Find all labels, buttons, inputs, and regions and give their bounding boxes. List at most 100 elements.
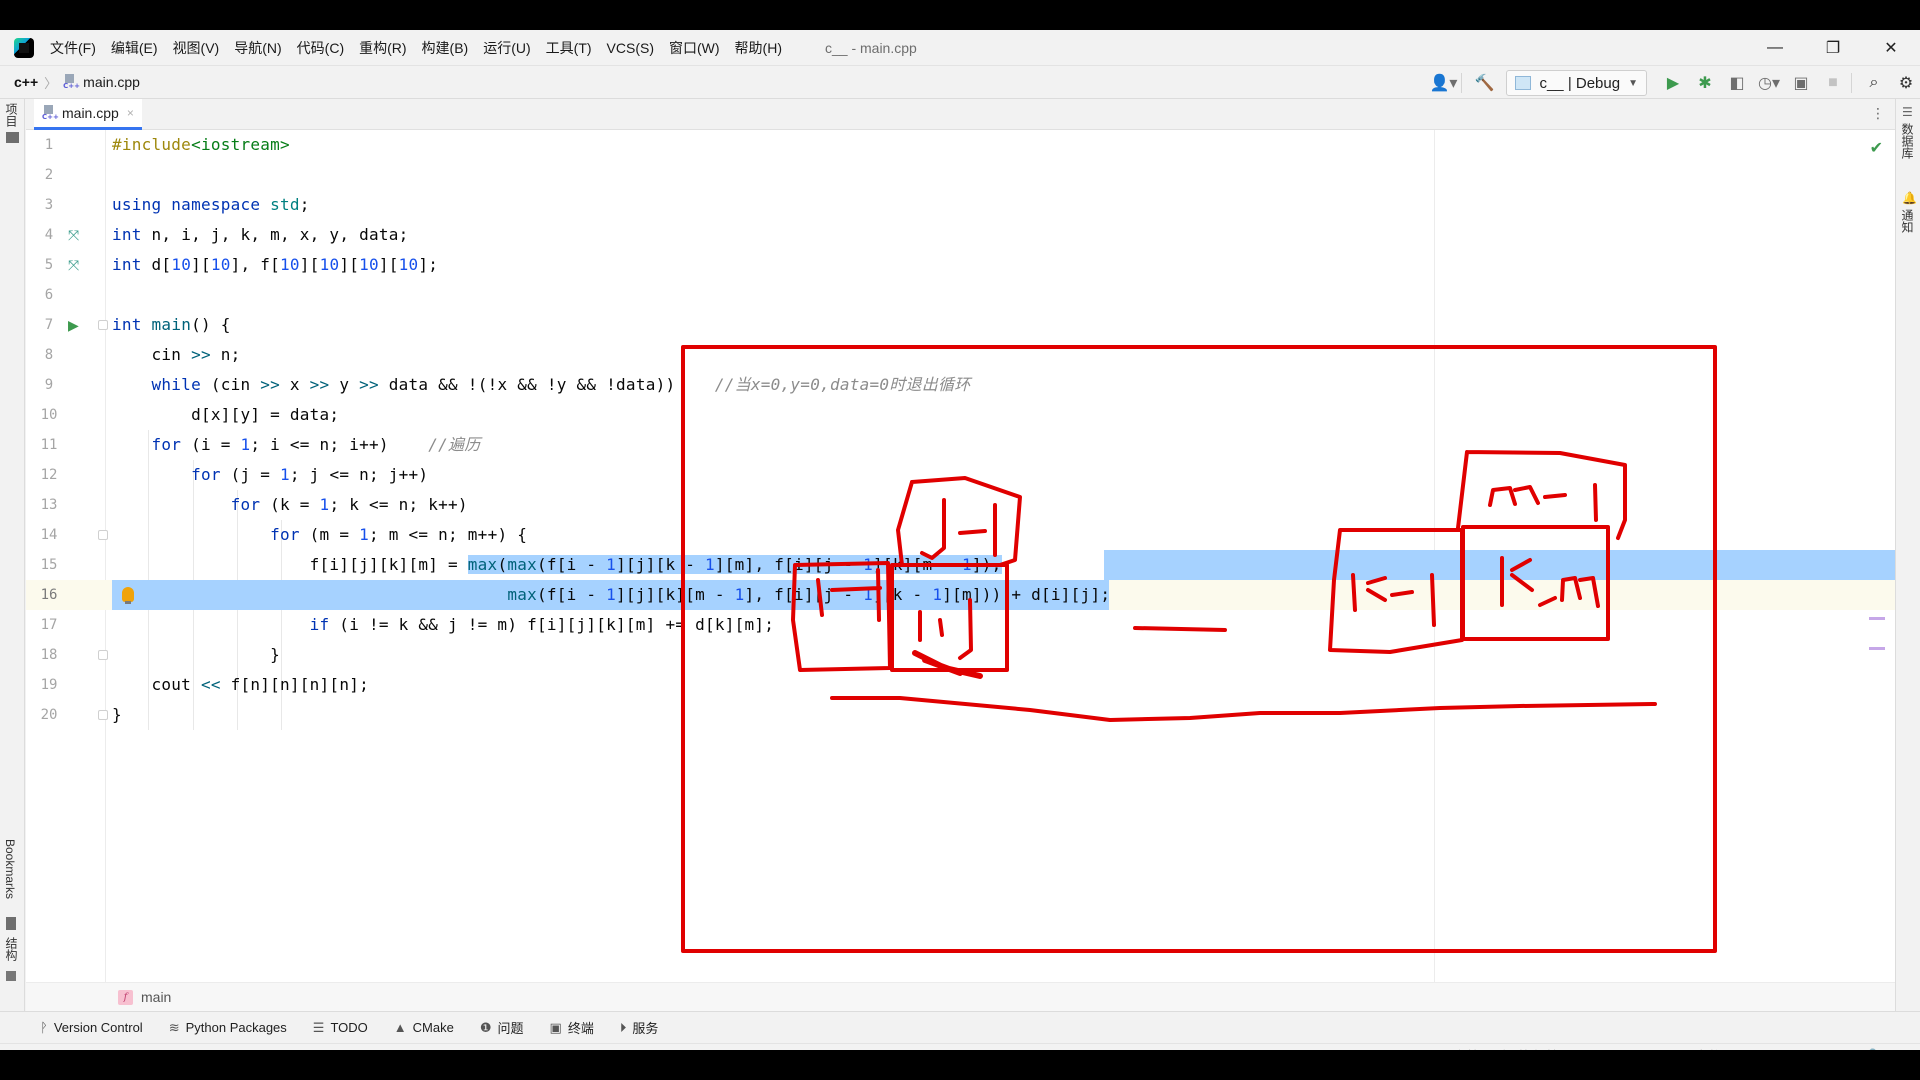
code-line: 2 [26, 160, 1895, 190]
code-text: f[i][j][k][m] = max(max(f[i - 1][j][k - … [112, 555, 1002, 574]
settings-gear-icon[interactable]: ⚙ [1892, 69, 1920, 97]
profile-icon[interactable]: ◷▾ [1755, 69, 1783, 97]
account-icon[interactable]: 👤▾ [1429, 69, 1457, 97]
line-number: 10 [40, 407, 58, 423]
code-text: int main() { [112, 315, 231, 334]
selection-highlight [1104, 550, 1895, 580]
window-title: c__ - main.cpp [824, 39, 917, 56]
related-symbol-icon[interactable]: ⤧ [68, 220, 79, 250]
code-text: for (k = 1; k <= n; k++) [230, 495, 468, 514]
tool-windows-bar: ᚹ Version Control ≋ Python Packages ☰ TODO … [0, 1011, 1920, 1043]
menu-window[interactable]: 窗口(W) [669, 38, 720, 58]
search-icon[interactable]: ⌕ [1860, 69, 1888, 97]
run-gutter-icon[interactable]: ▶ [68, 310, 79, 340]
terminal-tab[interactable]: ▣ 终端 [550, 1018, 594, 1037]
line-number: 11 [40, 437, 58, 453]
fold-marker-icon[interactable] [98, 530, 108, 540]
scrollbar-marker[interactable] [1869, 647, 1885, 650]
code-line: 6 [26, 280, 1895, 310]
code-line: 20 } [26, 700, 1895, 730]
line-number: 20 [40, 707, 58, 723]
fold-marker-icon[interactable] [98, 650, 108, 660]
bookmarks-tool-button[interactable]: Bookmarks [3, 839, 17, 899]
tab-main-cpp[interactable]: C++ main.cpp × [34, 99, 142, 130]
layers-icon: ≋ [168, 1019, 180, 1035]
more-vertical-icon[interactable]: ⋮ [1871, 105, 1885, 122]
code-line: 7 ▶ int main() { [26, 310, 1895, 340]
structure-tool-button[interactable]: 结构 [3, 937, 20, 961]
build-hammer-icon[interactable]: 🔨 [1470, 69, 1498, 97]
terminal-icon: ▣ [549, 1019, 562, 1035]
menu-file[interactable]: 文件(F) [50, 38, 96, 58]
tool-window-label: 问题 [497, 1021, 524, 1036]
debug-bug-icon[interactable]: ✱ [1691, 69, 1719, 97]
version-control-tab[interactable]: ᚹ Version Control [40, 1020, 143, 1035]
code-line: 17 if (i != k && j != m) f[i][j][k][m] +… [26, 610, 1895, 640]
fold-marker-icon[interactable] [98, 320, 108, 330]
attach-process-icon[interactable]: ▣ [1787, 69, 1815, 97]
menu-refactor[interactable]: 重构(R) [359, 38, 406, 58]
minimize-button[interactable]: — [1746, 30, 1804, 65]
code-line: 10 d[x][y] = data; [26, 400, 1895, 430]
line-number: 15 [40, 557, 58, 573]
code-line: 11 for (i = 1; i <= n; i++) //遍历 [26, 430, 1895, 460]
breadcrumb-project[interactable]: c++ [14, 74, 38, 90]
run-with-coverage-icon[interactable]: ◧ [1723, 69, 1751, 97]
code-text: for (i = 1; i <= n; i++) //遍历 [151, 435, 481, 454]
folder-icon [6, 132, 19, 143]
fold-marker-icon[interactable] [98, 710, 108, 720]
related-symbol-icon[interactable]: ⤧ [68, 250, 79, 280]
menu-view[interactable]: 视图(V) [173, 38, 220, 58]
window-controls: — ❐ ✕ [1746, 30, 1920, 65]
project-tool-button[interactable]: 项目 [3, 103, 20, 127]
clion-logo-icon [14, 37, 34, 58]
services-icon: ⏵ [619, 1019, 627, 1035]
cpp-file-icon: C++ [42, 105, 59, 121]
python-packages-tab[interactable]: ≋ Python Packages [169, 1020, 287, 1036]
line-number: 19 [40, 677, 58, 693]
code-line: 12 for (j = 1; j <= n; j++) [26, 460, 1895, 490]
code-text: max(f[i - 1][j][k][m - 1], f[i][j - 1][k… [507, 585, 1111, 604]
todo-tab[interactable]: ☰ TODO [313, 1020, 368, 1036]
services-tab[interactable]: ⏵ 服务 [620, 1018, 659, 1037]
menu-edit[interactable]: 编辑(E) [111, 38, 158, 58]
menu-tools[interactable]: 工具(T) [546, 38, 592, 58]
line-number: 17 [40, 617, 58, 633]
left-tool-strip: 项目 Bookmarks 结构 [0, 99, 25, 1011]
menu-build[interactable]: 构建(B) [422, 38, 469, 58]
breadcrumb-separator-icon: 〉 [44, 75, 58, 91]
notifications-tool-button[interactable]: 通知 [1899, 209, 1916, 233]
breadcrumb-function[interactable]: main [141, 989, 171, 1005]
close-tab-icon[interactable]: × [127, 106, 134, 120]
problems-tab[interactable]: ❶ 问题 [480, 1018, 524, 1037]
close-button[interactable]: ✕ [1862, 30, 1920, 65]
structure-icon [6, 971, 16, 981]
breadcrumb-file[interactable]: main.cpp [83, 74, 140, 90]
run-configuration-select[interactable]: c__ | Debug ▼ [1506, 70, 1647, 96]
restore-button[interactable]: ❐ [1804, 30, 1862, 65]
menu-help[interactable]: 帮助(H) [735, 38, 782, 58]
code-text: using namespace std; [112, 195, 310, 214]
problems-info-icon: ❶ [479, 1019, 492, 1035]
code-text: while (cin >> x >> y >> data && !(!x && … [151, 375, 971, 394]
run-icon[interactable]: ▶ [1659, 69, 1687, 97]
cmake-tab[interactable]: ▲ CMake [394, 1020, 454, 1035]
code-text: for (j = 1; j <= n; j++) [191, 465, 429, 484]
menu-code[interactable]: 代码(C) [297, 38, 344, 58]
code-comment: //当x=0,y=0,data=0时退出循环 [714, 375, 971, 394]
code-editor[interactable]: ✔ 1 #include<iostream> 2 3 using namespa… [26, 130, 1895, 982]
line-number: 16 [40, 587, 58, 603]
stop-icon[interactable]: ■ [1819, 69, 1847, 97]
line-number: 2 [44, 167, 54, 183]
database-tool-button[interactable]: 数据库 [1899, 123, 1916, 159]
code-text: int d[10][10], f[10][10][10][10]; [112, 255, 439, 274]
scrollbar-marker[interactable] [1869, 617, 1885, 620]
code-line: 19 cout << f[n][n][n][n]; [26, 670, 1895, 700]
menu-vcs[interactable]: VCS(S) [607, 40, 654, 56]
tab-label: main.cpp [62, 105, 119, 121]
run-config-icon [1515, 76, 1532, 90]
menu-navigate[interactable]: 导航(N) [234, 38, 281, 58]
menu-run[interactable]: 运行(U) [483, 38, 530, 58]
line-number: 8 [44, 347, 54, 363]
code-line: 13 for (k = 1; k <= n; k++) [26, 490, 1895, 520]
